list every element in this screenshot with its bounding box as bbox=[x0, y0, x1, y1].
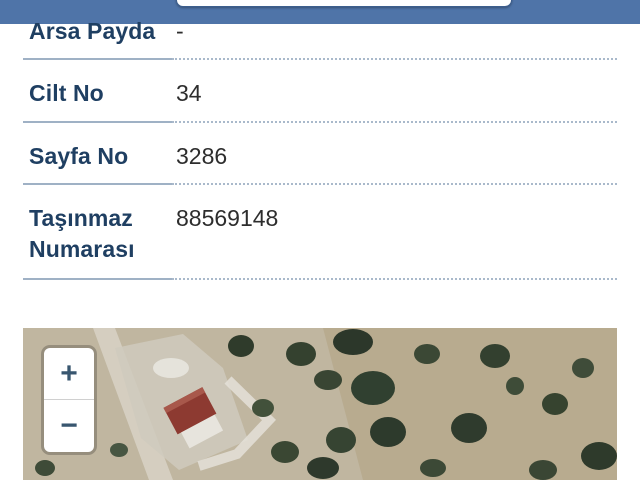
zoom-in-button[interactable]: + bbox=[44, 348, 94, 400]
row-divider-dotted bbox=[172, 58, 617, 60]
map-zoom-control: + − bbox=[44, 348, 94, 452]
row-divider bbox=[23, 278, 172, 280]
satellite-map[interactable]: + − bbox=[23, 328, 617, 480]
row-divider bbox=[23, 183, 172, 185]
value-arsa-payda: - bbox=[176, 18, 184, 44]
value-cilt-no: 34 bbox=[176, 80, 202, 106]
row-divider-dotted bbox=[172, 121, 617, 123]
value-sayfa-no: 3286 bbox=[176, 143, 228, 169]
row-divider bbox=[23, 121, 172, 123]
row-divider-dotted bbox=[172, 183, 617, 185]
label-cilt-no: Cilt No bbox=[29, 80, 104, 106]
label-arsa-payda: Arsa Payda bbox=[29, 18, 156, 44]
zoom-out-button[interactable]: − bbox=[44, 400, 94, 451]
label-tasinmaz-numarasi: Taşınmaz Numarası bbox=[29, 205, 135, 262]
value-tasinmaz-numarasi: 88569148 bbox=[176, 205, 279, 231]
search-field[interactable] bbox=[176, 0, 512, 7]
satellite-imagery bbox=[23, 328, 617, 480]
label-sayfa-no: Sayfa No bbox=[29, 143, 129, 169]
row-divider bbox=[23, 58, 172, 60]
row-divider-dotted bbox=[172, 278, 617, 280]
